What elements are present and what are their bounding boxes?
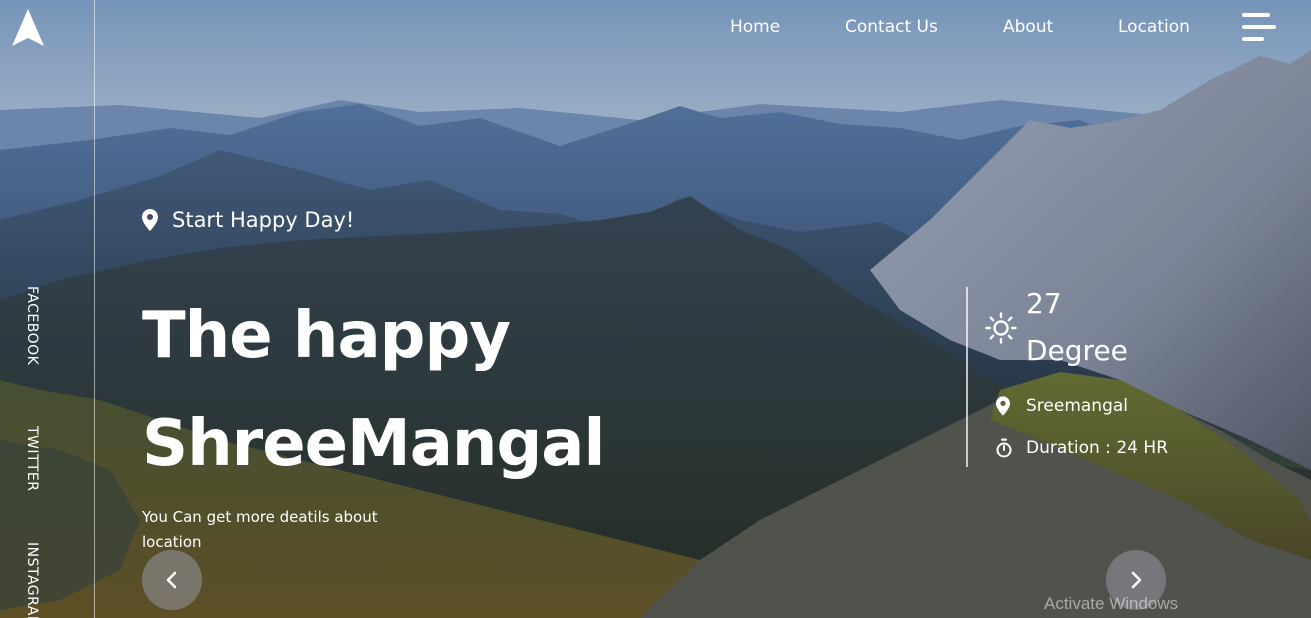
menu-hamburger-icon[interactable] <box>1240 13 1278 43</box>
twitter-link[interactable]: TWITTER <box>24 426 40 491</box>
menu-bar <box>1242 25 1276 29</box>
headline-line-1: The happy <box>142 299 511 373</box>
instagram-link[interactable]: INSTAGRAM <box>24 542 40 618</box>
hero-headline: The happy ShreeMangal <box>142 282 605 498</box>
map-pin-icon <box>142 209 158 231</box>
tagline-text: Start Happy Day! <box>172 208 355 232</box>
activate-windows-watermark: Activate Windows <box>1044 594 1179 613</box>
duration-text: Duration : 24 HR <box>1026 438 1169 458</box>
nav-contact-link[interactable]: Contact Us <box>845 17 938 37</box>
menu-bar <box>1242 37 1264 41</box>
facebook-link[interactable]: FACEBOOK <box>24 286 40 365</box>
stopwatch-icon <box>996 438 1012 458</box>
weather-divider <box>966 287 968 467</box>
headline-line-2: ShreeMangal <box>142 407 605 481</box>
menu-bar <box>1242 13 1270 17</box>
weather-duration: Duration : 24 HR <box>996 438 1168 458</box>
chevron-right-icon <box>1131 571 1142 589</box>
temperature-unit: Degree <box>1026 334 1128 367</box>
nav-location-link[interactable]: Location <box>1118 17 1190 37</box>
logo-arrow-icon[interactable] <box>11 8 45 48</box>
location-name: Sreemangal <box>1026 396 1129 416</box>
hero-subtext: You Can get more deatils about location <box>142 508 378 551</box>
map-pin-icon <box>996 396 1010 416</box>
nav-home-link[interactable]: Home <box>730 17 780 37</box>
tagline: Start Happy Day! <box>142 208 354 232</box>
left-rail-divider <box>94 0 95 618</box>
sun-icon <box>985 312 1017 344</box>
weather-location: Sreemangal <box>996 396 1128 416</box>
chevron-left-icon <box>166 571 177 589</box>
temperature-value: 27 <box>1026 287 1062 320</box>
nav-about-link[interactable]: About <box>1003 17 1053 37</box>
slider-prev-button[interactable] <box>142 550 202 610</box>
hero-section: FACEBOOK TWITTER INSTAGRAM Home Contact … <box>0 0 1311 618</box>
